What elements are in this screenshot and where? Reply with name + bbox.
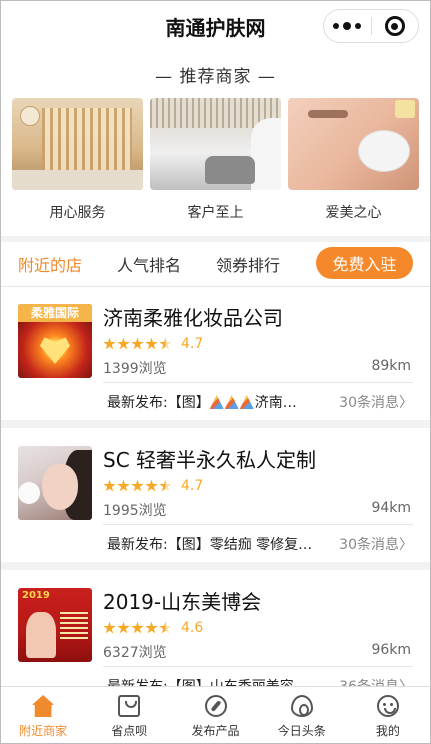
screen-border — [0, 0, 431, 744]
logo-icon — [20, 106, 40, 126]
